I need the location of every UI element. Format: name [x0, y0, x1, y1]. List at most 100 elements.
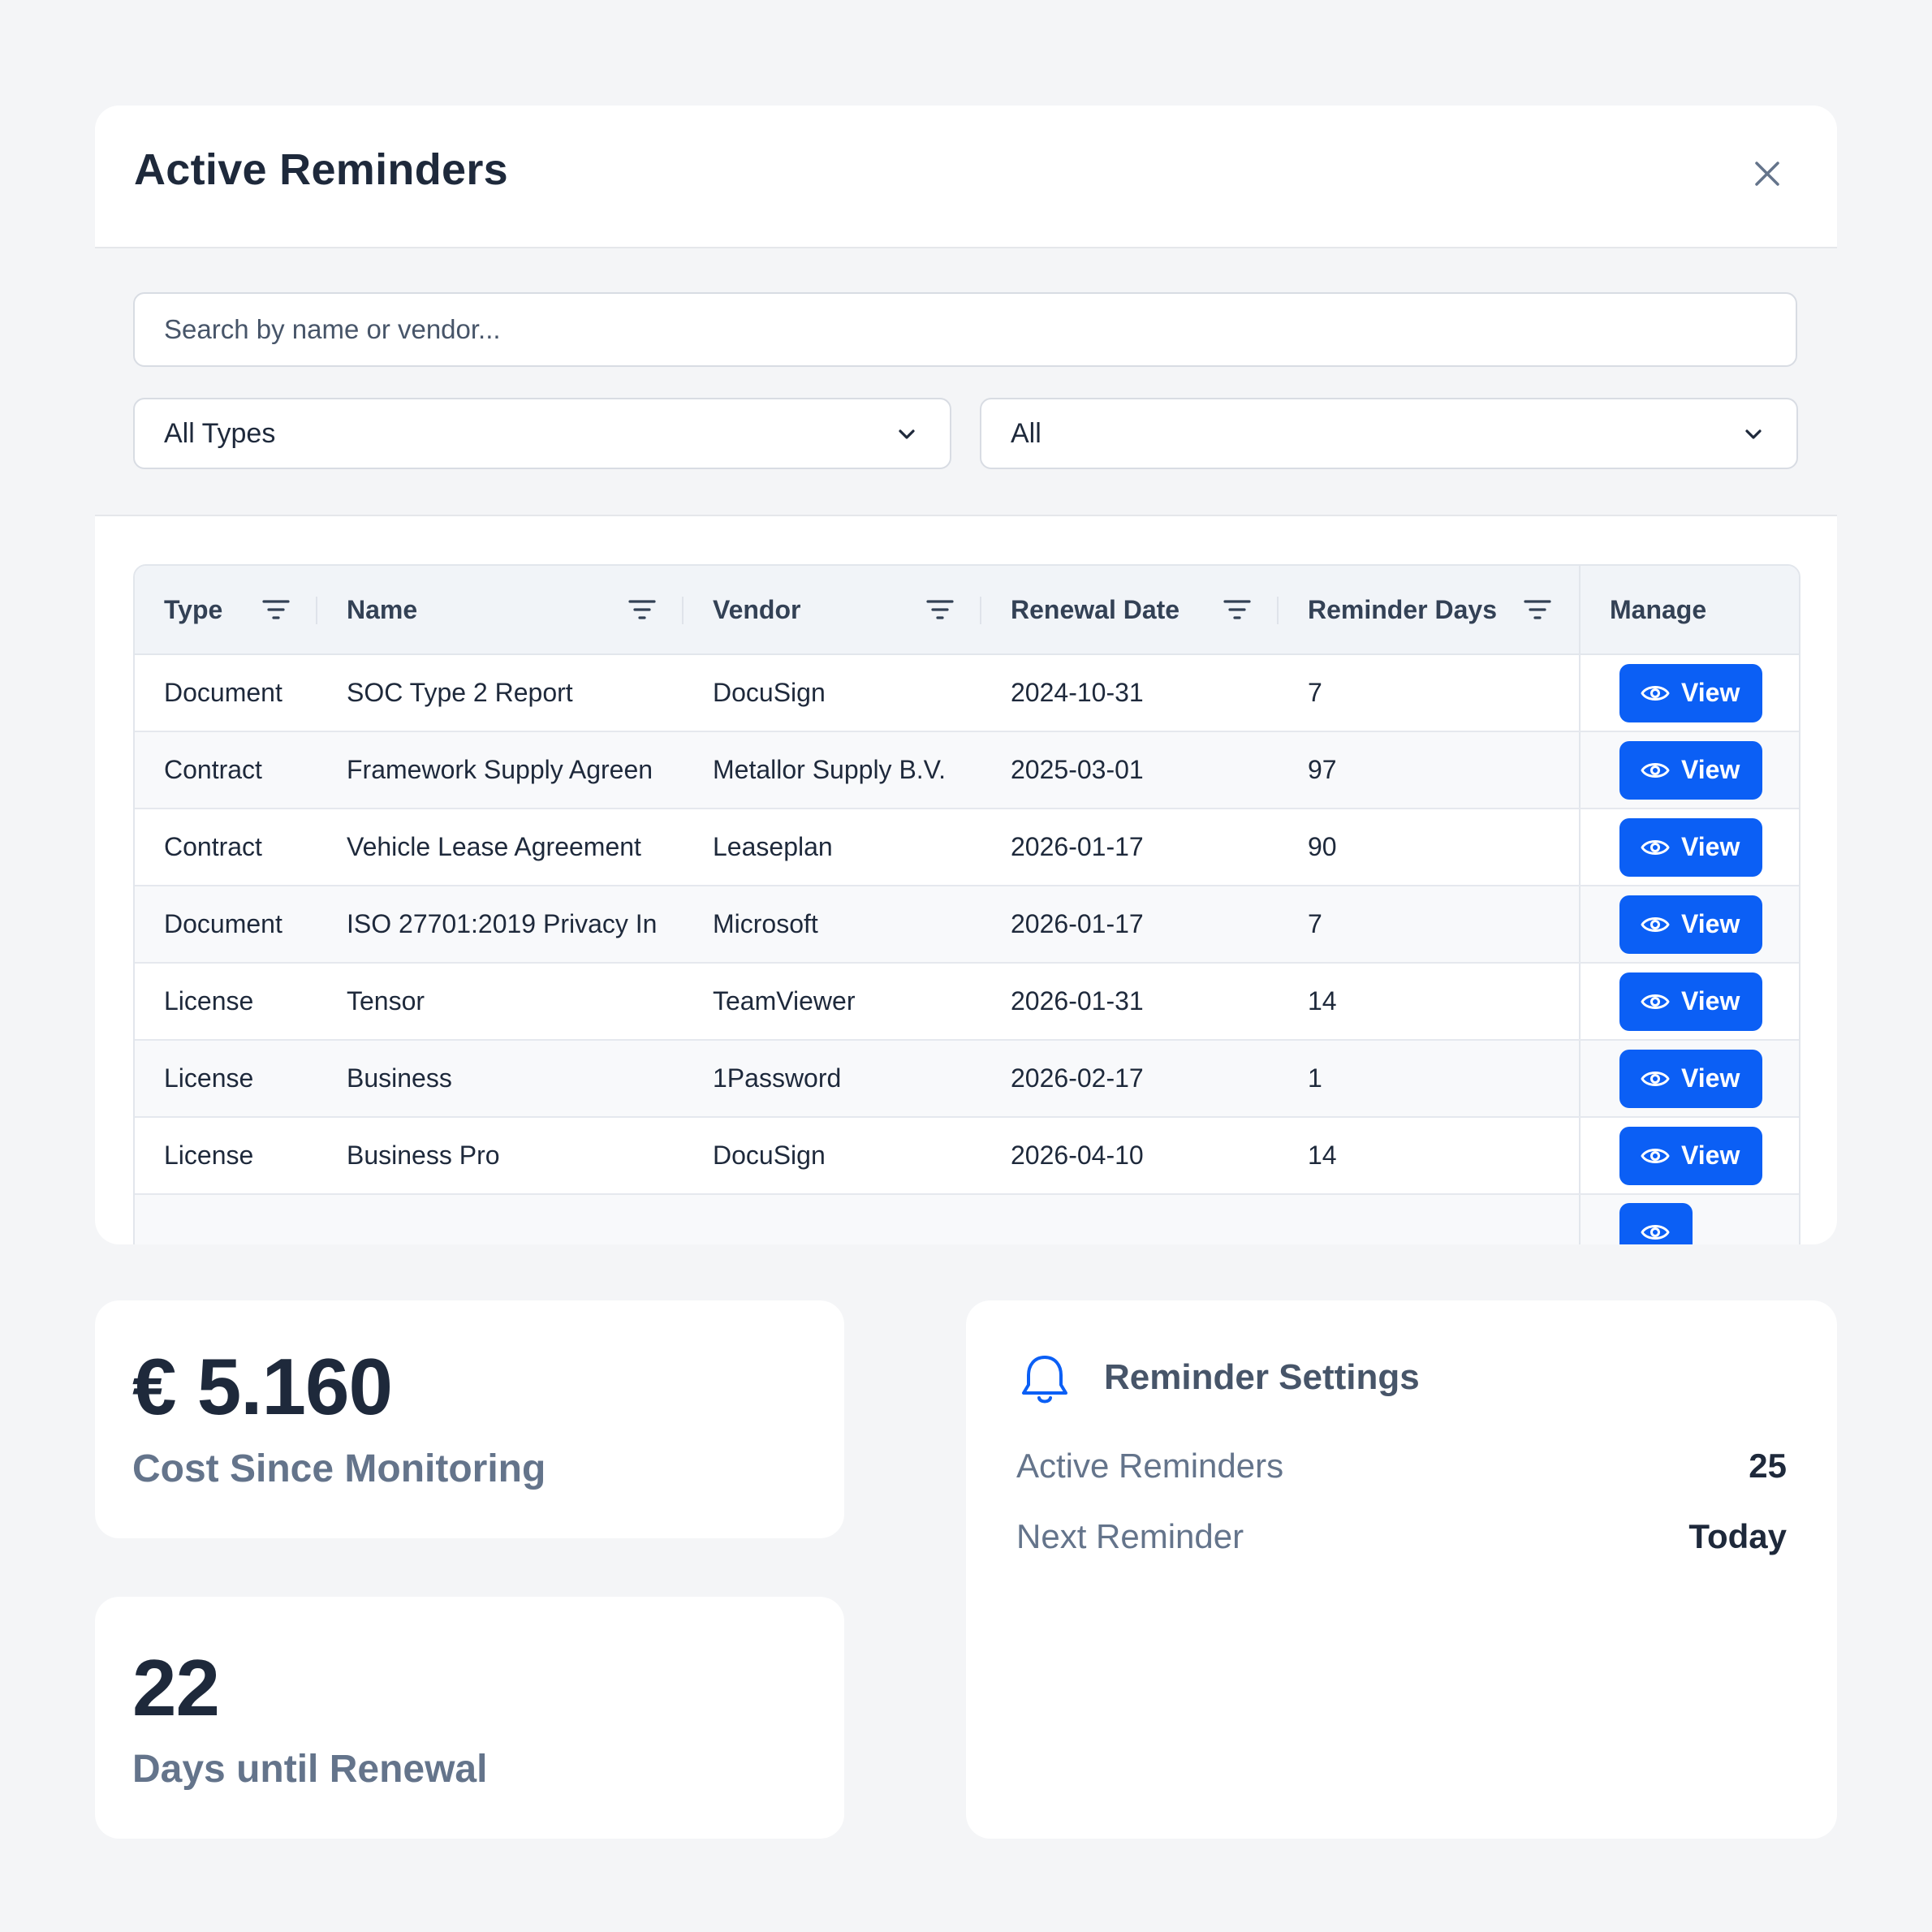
- view-button[interactable]: [1619, 1203, 1693, 1244]
- cost-label: Cost Since Monitoring: [132, 1447, 546, 1490]
- column-header-reminder-days[interactable]: Reminder Days: [1279, 566, 1580, 655]
- next-reminder-value: Today: [1688, 1517, 1787, 1555]
- eye-icon: [1641, 994, 1670, 1009]
- cell-manage: View: [1579, 886, 1799, 964]
- chevron-down-icon: [1745, 429, 1762, 439]
- eye-icon: [1641, 1148, 1670, 1163]
- active-reminders-row: Active Reminders 25: [1016, 1447, 1787, 1486]
- table-row[interactable]: [135, 1194, 1799, 1244]
- table-cell: [981, 1194, 1279, 1244]
- eye-icon: [1641, 685, 1670, 701]
- eye-icon: [1641, 762, 1670, 778]
- filter-icon[interactable]: [1223, 598, 1251, 621]
- filter-bar: All Types All: [95, 248, 1837, 516]
- reminder-settings-card: Reminder Settings Active Reminders 25 Ne…: [966, 1300, 1837, 1839]
- cell-reminder-days: 14: [1279, 963, 1580, 1041]
- column-label: Vendor: [713, 595, 801, 625]
- view-button-label: View: [1681, 832, 1740, 861]
- next-reminder-label: Next Reminder: [1016, 1517, 1244, 1555]
- column-header-vendor[interactable]: Vendor: [684, 566, 981, 655]
- column-label: Name: [347, 595, 418, 625]
- status-filter-value: All: [1011, 417, 1041, 449]
- table-row[interactable]: Contract Framework Supply Agreen Metallor …: [135, 731, 1799, 809]
- cell-type: Contract: [135, 731, 317, 809]
- eye-icon: [1641, 1071, 1670, 1086]
- status-filter-select[interactable]: All: [980, 398, 1798, 469]
- chevron-down-icon: [899, 429, 915, 439]
- view-button[interactable]: View: [1619, 663, 1763, 722]
- days-value: 22: [132, 1643, 220, 1732]
- cell-vendor: DocuSign: [684, 654, 981, 732]
- view-button-label: View: [1681, 755, 1740, 784]
- active-reminders-label: Active Reminders: [1016, 1447, 1284, 1485]
- reminders-table: Type Name Vendor Renewal Date Reminder D…: [133, 564, 1800, 1244]
- cell-manage: View: [1579, 1040, 1799, 1118]
- cell-type: License: [135, 963, 317, 1041]
- table-row[interactable]: License Tensor TeamViewer 2026-01-31 14 View: [135, 963, 1799, 1041]
- view-button[interactable]: View: [1619, 895, 1763, 954]
- cell-vendor: TeamViewer: [684, 963, 981, 1041]
- cell-renewal-date: 2025-03-01: [981, 731, 1279, 809]
- cell-type: Document: [135, 886, 317, 964]
- modal-header: Active Reminders: [95, 106, 1837, 248]
- modal-title: Active Reminders: [134, 145, 508, 194]
- cell-manage: View: [1579, 731, 1799, 809]
- cell-renewal-date: 2026-01-17: [981, 886, 1279, 964]
- view-button-label: View: [1681, 909, 1740, 938]
- cell-renewal-date: 2024-10-31: [981, 654, 1279, 732]
- filter-icon[interactable]: [628, 598, 656, 621]
- cell-vendor: Metallor Supply B.V.: [684, 731, 981, 809]
- cell-reminder-days: 7: [1279, 886, 1580, 964]
- eye-icon: [1641, 839, 1670, 855]
- cell-name: SOC Type 2 Report: [317, 654, 684, 732]
- cell-type: Contract: [135, 809, 317, 886]
- table-cell: [317, 1194, 684, 1244]
- cell-type: License: [135, 1040, 317, 1118]
- cell-reminder-days: 97: [1279, 731, 1580, 809]
- cell-vendor: DocuSign: [684, 1117, 981, 1195]
- cell-renewal-date: 2026-01-17: [981, 809, 1279, 886]
- days-label: Days until Renewal: [132, 1748, 488, 1791]
- column-label: Manage: [1610, 595, 1707, 625]
- table-row[interactable]: License Business 1Password 2026-02-17 1 View: [135, 1040, 1799, 1118]
- cell-name: Business: [317, 1040, 684, 1118]
- view-button[interactable]: View: [1619, 1049, 1763, 1108]
- view-button-label: View: [1681, 986, 1740, 1016]
- column-header-manage: Manage: [1579, 566, 1799, 655]
- type-filter-select[interactable]: All Types: [133, 398, 951, 469]
- cost-value: € 5.160: [132, 1342, 393, 1431]
- cell-reminder-days: 1: [1279, 1040, 1580, 1118]
- bell-icon: [1022, 1356, 1067, 1404]
- filter-icon[interactable]: [1524, 598, 1551, 621]
- cell-vendor: 1Password: [684, 1040, 981, 1118]
- table-row[interactable]: Contract Vehicle Lease Agreement Leaseplan…: [135, 809, 1799, 886]
- column-header-name[interactable]: Name: [317, 566, 684, 655]
- column-header-renewal-date[interactable]: Renewal Date: [981, 566, 1279, 655]
- view-button[interactable]: View: [1619, 1126, 1763, 1185]
- search-input[interactable]: [133, 292, 1797, 367]
- cell-reminder-days: 90: [1279, 809, 1580, 886]
- filter-icon[interactable]: [262, 598, 290, 621]
- column-header-type[interactable]: Type: [135, 566, 317, 655]
- table-row[interactable]: Document ISO 27701:2019 Privacy In Microso…: [135, 886, 1799, 964]
- view-button[interactable]: View: [1619, 817, 1763, 877]
- table-row[interactable]: Document SOC Type 2 Report DocuSign 2024-10…: [135, 654, 1799, 732]
- view-button[interactable]: View: [1619, 740, 1763, 800]
- table-cell: [1279, 1194, 1580, 1244]
- cell-renewal-date: 2026-02-17: [981, 1040, 1279, 1118]
- close-icon: [1755, 162, 1779, 186]
- filter-icon[interactable]: [926, 598, 954, 621]
- table-row[interactable]: License Business Pro DocuSign 2026-04-10 14 V…: [135, 1117, 1799, 1195]
- cell-reminder-days: 14: [1279, 1117, 1580, 1195]
- table-cell: [135, 1194, 317, 1244]
- cell-reminder-days: 7: [1279, 654, 1580, 732]
- cell-vendor: Leaseplan: [684, 809, 981, 886]
- cell-manage: View: [1579, 809, 1799, 886]
- cell-vendor: Microsoft: [684, 886, 981, 964]
- cell-type: License: [135, 1117, 317, 1195]
- view-button[interactable]: View: [1619, 972, 1763, 1031]
- column-label: Reminder Days: [1308, 595, 1497, 625]
- cell-renewal-date: 2026-04-10: [981, 1117, 1279, 1195]
- close-button[interactable]: [1746, 153, 1788, 195]
- column-label: Type: [164, 595, 223, 625]
